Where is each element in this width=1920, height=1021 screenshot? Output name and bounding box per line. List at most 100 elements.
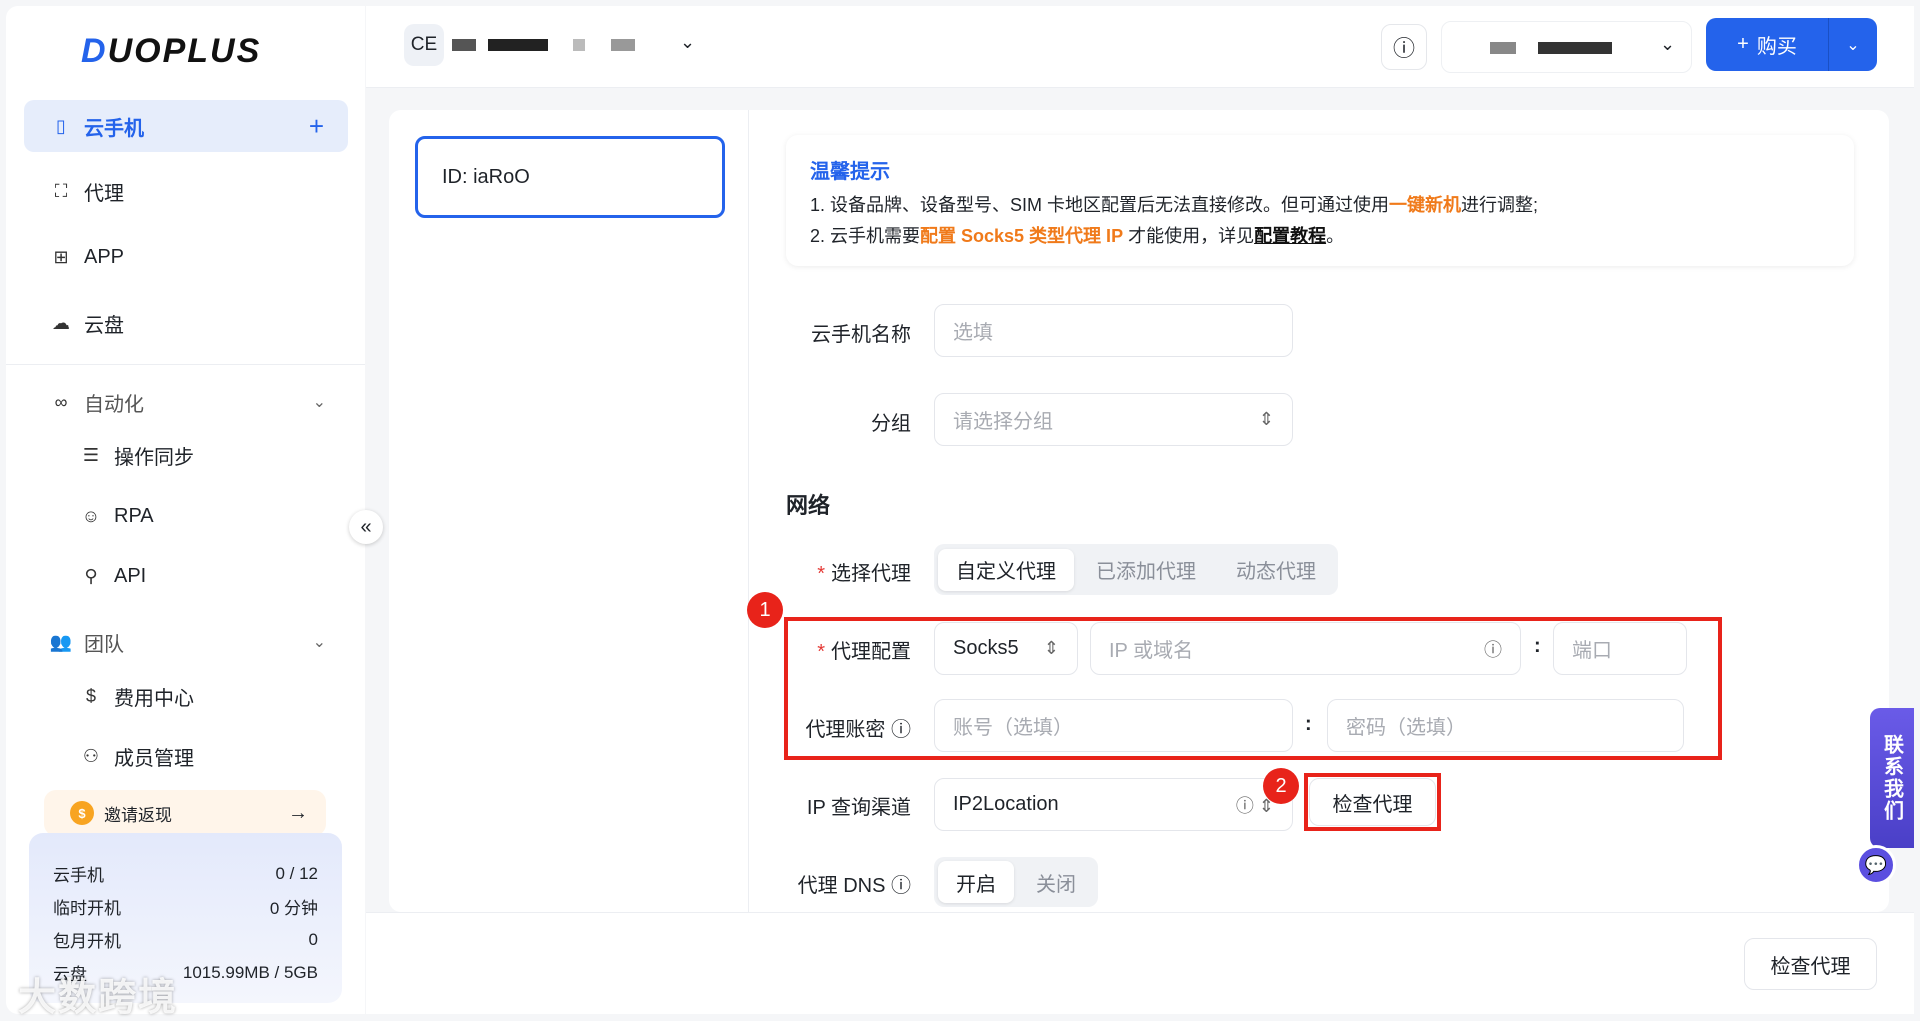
selected-value: Socks5 [953, 637, 1019, 659]
sidebar-item-label: 云手机 [84, 117, 144, 140]
stat-row: 包月开机 0 [53, 923, 318, 956]
sidebar-item-label: API [114, 564, 147, 587]
info-icon[interactable]: ⓘ [891, 719, 911, 741]
stat-value: 0 分钟 [269, 899, 318, 918]
watermark: 大数跨境 [18, 977, 179, 1019]
placeholder: 选填 [953, 322, 993, 344]
footer-check-proxy-button[interactable]: 检查代理 [1744, 938, 1877, 990]
proxy-protocol-select[interactable]: Socks5 ⇕ [934, 622, 1078, 675]
tab-dynamic-proxy[interactable]: 动态代理 [1218, 549, 1334, 591]
cloud-icon: ☁ [52, 312, 70, 333]
config-tutorial-link[interactable]: 配置教程 [1254, 226, 1326, 246]
proxy-dns-toggle: 开启 关闭 [934, 857, 1098, 907]
sidebar-item-cloud-phone[interactable]: ▯ 云手机 + [24, 100, 348, 152]
contact-us-tab[interactable]: 联系我们 [1870, 708, 1914, 848]
sidebar-item-label: 费用中心 [114, 687, 194, 710]
infinity-icon: ∞ [54, 391, 68, 412]
notice-box: 温馨提示 1. 设备品牌、设备型号、SIM 卡地区配置后无法直接修改。但可通过使… [786, 135, 1854, 266]
network-section-title: 网络 [786, 493, 831, 518]
sidebar-item-rpa[interactable]: ☺ RPA [24, 490, 348, 542]
buy-dropdown-chevron-icon[interactable]: ⌄ [1829, 35, 1877, 55]
chat-icon[interactable]: 💬 [1856, 845, 1896, 885]
stat-value: 0 / 12 [275, 863, 318, 883]
proxy-host-input[interactable]: IP 或域名 ⓘ [1090, 622, 1521, 675]
duoplus-logo[interactable]: DUOPLUS [81, 32, 261, 71]
sidebar-group-automation[interactable]: ∞ 自动化 ⌄ [24, 376, 348, 428]
group-select[interactable]: 请选择分组 ⇕ [934, 393, 1293, 446]
sidebar-item-billing[interactable]: $ 费用中心 [24, 670, 348, 722]
sidebar-item-sync[interactable]: ☰ 操作同步 [24, 429, 348, 481]
sidebar: DUOPLUS ▯ 云手机 + ⛶ 代理 ⊞ APP ☁ 云盘 ∞ 自动化 ⌄ ☰ 操作同步 ☺… [6, 6, 365, 1019]
proxy-port-input[interactable]: 端口 [1553, 622, 1687, 675]
placeholder: IP 或域名 [1109, 640, 1194, 662]
buy-button[interactable]: + 购买 ⌄ [1706, 18, 1877, 71]
group-label: 自动化 [84, 393, 144, 416]
placeholder: 请选择分组 [953, 411, 1053, 433]
tab-added-proxy[interactable]: 已添加代理 [1078, 549, 1214, 591]
chevron-down-icon[interactable]: ⌄ [680, 32, 695, 53]
sort-arrows-icon: ⇕ [1043, 638, 1059, 658]
device-config-panel: ID: iaRoO 温馨提示 1. 设备品牌、设备型号、SIM 卡地区配置后无法… [389, 110, 1889, 912]
notice-title: 温馨提示 [810, 161, 890, 183]
ip-channel-label: IP 查询渠道 [806, 797, 911, 819]
workspace-badge[interactable]: CE [404, 24, 444, 66]
sidebar-item-api[interactable]: ⚲ API [24, 550, 348, 602]
sidebar-item-app[interactable]: ⊞ APP [24, 231, 348, 283]
annotation-badge-2: 2 [1263, 768, 1299, 804]
sidebar-item-label: 操作同步 [114, 446, 194, 469]
sidebar-item-members[interactable]: ⚇ 成员管理 [24, 730, 348, 782]
proxy-password-input[interactable]: 密码（选填） [1327, 699, 1684, 752]
device-list-item[interactable]: ID: iaRoO [415, 136, 725, 218]
sidebar-group-team[interactable]: 👥 团队 ⌄ [24, 616, 348, 668]
header: CE ⌄ ⓘ ⌄ + 购买 ⌄ [366, 6, 1914, 88]
stat-label: 临时开机 [53, 899, 121, 918]
selected-value: IP2Location [953, 793, 1059, 815]
proxy-type-tabs: 自定义代理 已添加代理 动态代理 [934, 544, 1338, 595]
sidebar-item-label: 云盘 [84, 314, 124, 337]
group-label: 分组 [871, 413, 911, 435]
placeholder: 密码（选填） [1346, 717, 1466, 739]
help-icon[interactable]: ⓘ [891, 875, 911, 897]
sidebar-item-cloud-disk[interactable]: ☁ 云盘 [24, 297, 348, 349]
stat-row: 云手机 0 / 12 [53, 857, 318, 890]
layers-icon: ☰ [82, 444, 100, 465]
device-name-input[interactable]: 选填 [934, 304, 1293, 357]
invite-label: 邀请返现 [104, 805, 172, 825]
account-dropdown[interactable]: ⌄ [1441, 21, 1692, 73]
ip-channel-select[interactable]: IP2Location ⓘ ⇕ [934, 778, 1293, 831]
tab-custom-proxy[interactable]: 自定义代理 [938, 548, 1074, 591]
collapse-sidebar-button[interactable]: « [349, 510, 383, 544]
sidebar-item-label: 代理 [84, 182, 124, 205]
phone-icon: ▯ [56, 115, 66, 136]
proxy-dns-label: 代理 DNS ⓘ [797, 875, 911, 897]
help-button[interactable]: ⓘ [1381, 24, 1427, 70]
check-proxy-button[interactable]: 检查代理 [1309, 778, 1436, 826]
proxy-config-label: * 代理配置 [817, 641, 911, 663]
group-label: 团队 [84, 633, 124, 656]
divider [6, 364, 365, 365]
placeholder: 账号（选填） [953, 717, 1073, 739]
users-icon: 👥 [49, 631, 73, 652]
invite-cashback-banner[interactable]: $ 邀请返现 → [44, 790, 326, 836]
sort-arrows-icon: ⇕ [1258, 409, 1274, 429]
notice-line-1: 1. 设备品牌、设备型号、SIM 卡地区配置后无法直接修改。但可通过使用一键新机… [810, 195, 1539, 215]
plug-icon: ⚲ [84, 565, 98, 586]
device-list: ID: iaRoO [389, 110, 749, 912]
buy-label: 购买 [1756, 36, 1797, 58]
info-icon[interactable]: ⓘ [1484, 636, 1502, 662]
sidebar-item-label: RPA [114, 504, 154, 527]
colon-separator: : [1534, 635, 1541, 657]
annotation-badge-1: 1 [747, 592, 783, 628]
stat-row: 临时开机 0 分钟 [53, 890, 318, 923]
sidebar-item-proxy[interactable]: ⛶ 代理 [24, 165, 348, 217]
apps-grid-icon: ⊞ [53, 246, 69, 267]
coin-icon: $ [70, 801, 94, 825]
dns-on-option[interactable]: 开启 [938, 861, 1014, 903]
add-icon[interactable]: + [309, 111, 324, 142]
one-click-new-device-link[interactable]: 一键新机 [1389, 195, 1461, 215]
redacted-text [1490, 42, 1516, 54]
dns-off-option[interactable]: 关闭 [1018, 861, 1094, 903]
sidebar-item-label: 成员管理 [114, 747, 194, 770]
footer-bar: 检查代理 [366, 912, 1914, 1014]
proxy-username-input[interactable]: 账号（选填） [934, 699, 1293, 752]
